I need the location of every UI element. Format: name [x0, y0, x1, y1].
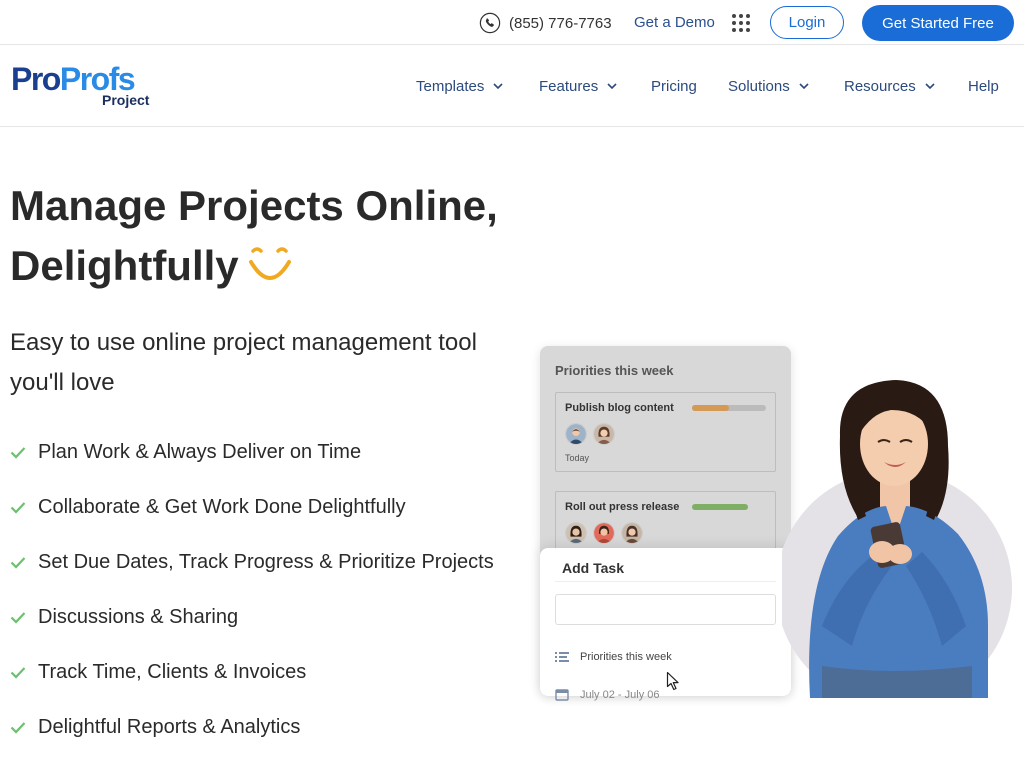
check-icon — [10, 722, 26, 734]
main-nav: ProProfs Project Templates Features Pric… — [0, 45, 1024, 127]
feature-item: Plan Work & Always Deliver on Time — [10, 436, 494, 491]
phone-icon — [479, 12, 501, 34]
hero-title-line1: Manage Projects Online, — [10, 182, 498, 229]
task-progress-fill — [692, 405, 729, 411]
avatar — [565, 423, 587, 445]
hero-title: Manage Projects Online, Delightfully — [10, 176, 510, 296]
feature-text: Delightful Reports & Analytics — [38, 716, 301, 738]
nav-label: Pricing — [651, 77, 697, 95]
proprofs-logo[interactable]: ProProfs Project — [11, 63, 153, 109]
chevron-down-icon — [607, 82, 617, 89]
chevron-down-icon — [493, 82, 503, 89]
get-started-button[interactable]: Get Started Free — [862, 5, 1014, 41]
task-progress-bar — [692, 504, 748, 510]
task-due: Today — [565, 453, 590, 463]
nav-label: Features — [539, 77, 599, 95]
card-title: Priorities this week — [555, 363, 674, 378]
nav-label: Templates — [416, 77, 485, 95]
chevron-down-icon — [799, 82, 809, 89]
feature-text: Set Due Dates, Track Progress & Prioriti… — [38, 551, 494, 573]
feature-item: Track Time, Clients & Invoices — [10, 656, 494, 711]
top-bar: (855) 776-7763 Get a Demo Login Get Star… — [0, 0, 1024, 45]
date-label: July 02 - July 06 — [580, 689, 660, 701]
task-name: Publish blog content — [565, 402, 674, 414]
feature-list: Plan Work & Always Deliver on Time Colla… — [10, 436, 494, 766]
nav-features[interactable]: Features — [539, 76, 617, 96]
check-icon — [10, 447, 26, 459]
hero-title-line2: Delightfully — [10, 242, 239, 289]
hero-subtitle: Easy to use online project management to… — [10, 329, 477, 396]
grid-icon[interactable] — [731, 13, 751, 33]
task-progress-fill — [692, 504, 748, 510]
calendar-icon — [555, 689, 569, 701]
feature-item: Collaborate & Get Work Done Delightfully — [10, 491, 494, 546]
nav-pricing[interactable]: Pricing — [651, 76, 697, 96]
list-label: Priorities this week — [580, 651, 672, 663]
logo-part-pro: Pro — [11, 61, 61, 97]
avatar — [621, 522, 643, 544]
check-icon — [10, 502, 26, 514]
nav-label: Resources — [844, 77, 916, 95]
date-selector[interactable]: July 02 - July 06 — [555, 689, 659, 701]
add-task-title: Add Task — [562, 560, 624, 576]
divider — [555, 581, 776, 582]
avatar — [593, 522, 615, 544]
feature-text: Collaborate & Get Work Done Delightfully — [38, 496, 406, 518]
mouse-cursor-icon — [666, 671, 679, 691]
feature-text: Track Time, Clients & Invoices — [38, 661, 307, 683]
nav-help[interactable]: Help — [968, 76, 999, 96]
task-card: Publish blog content Today — [555, 392, 776, 472]
feature-text: Plan Work & Always Deliver on Time — [38, 441, 362, 463]
check-icon — [10, 612, 26, 624]
phone-link[interactable]: (855) 776-7763 — [479, 11, 612, 35]
chevron-down-icon — [925, 82, 935, 89]
login-button[interactable]: Login — [770, 6, 844, 39]
phone-number[interactable]: (855) 776-7763 — [509, 15, 612, 32]
get-demo-link[interactable]: Get a Demo — [634, 14, 715, 31]
nav-resources[interactable]: Resources — [844, 76, 935, 96]
nav-label: Solutions — [728, 77, 790, 95]
logo-product-name: Project — [102, 92, 150, 108]
list-icon — [555, 652, 569, 662]
nav-solutions[interactable]: Solutions — [728, 76, 809, 96]
logo-wordmark: ProProfs — [11, 61, 136, 97]
feature-text: Discussions & Sharing — [38, 606, 239, 628]
task-name-input[interactable] — [555, 594, 776, 625]
avatar — [565, 522, 587, 544]
list-selector[interactable]: Priorities this week — [555, 651, 672, 663]
feature-item: Discussions & Sharing — [10, 601, 494, 656]
task-progress-bar — [692, 405, 766, 411]
woman-with-phone-image — [782, 380, 1012, 698]
nav-label: Help — [968, 77, 999, 95]
check-icon — [10, 667, 26, 679]
smile-icon — [248, 247, 291, 280]
check-icon — [10, 557, 26, 569]
task-name: Roll out press release — [565, 501, 680, 513]
nav-templates[interactable]: Templates — [416, 76, 503, 96]
avatar — [593, 423, 615, 445]
feature-item: Set Due Dates, Track Progress & Prioriti… — [10, 546, 494, 601]
feature-item: Delightful Reports & Analytics — [10, 711, 494, 766]
